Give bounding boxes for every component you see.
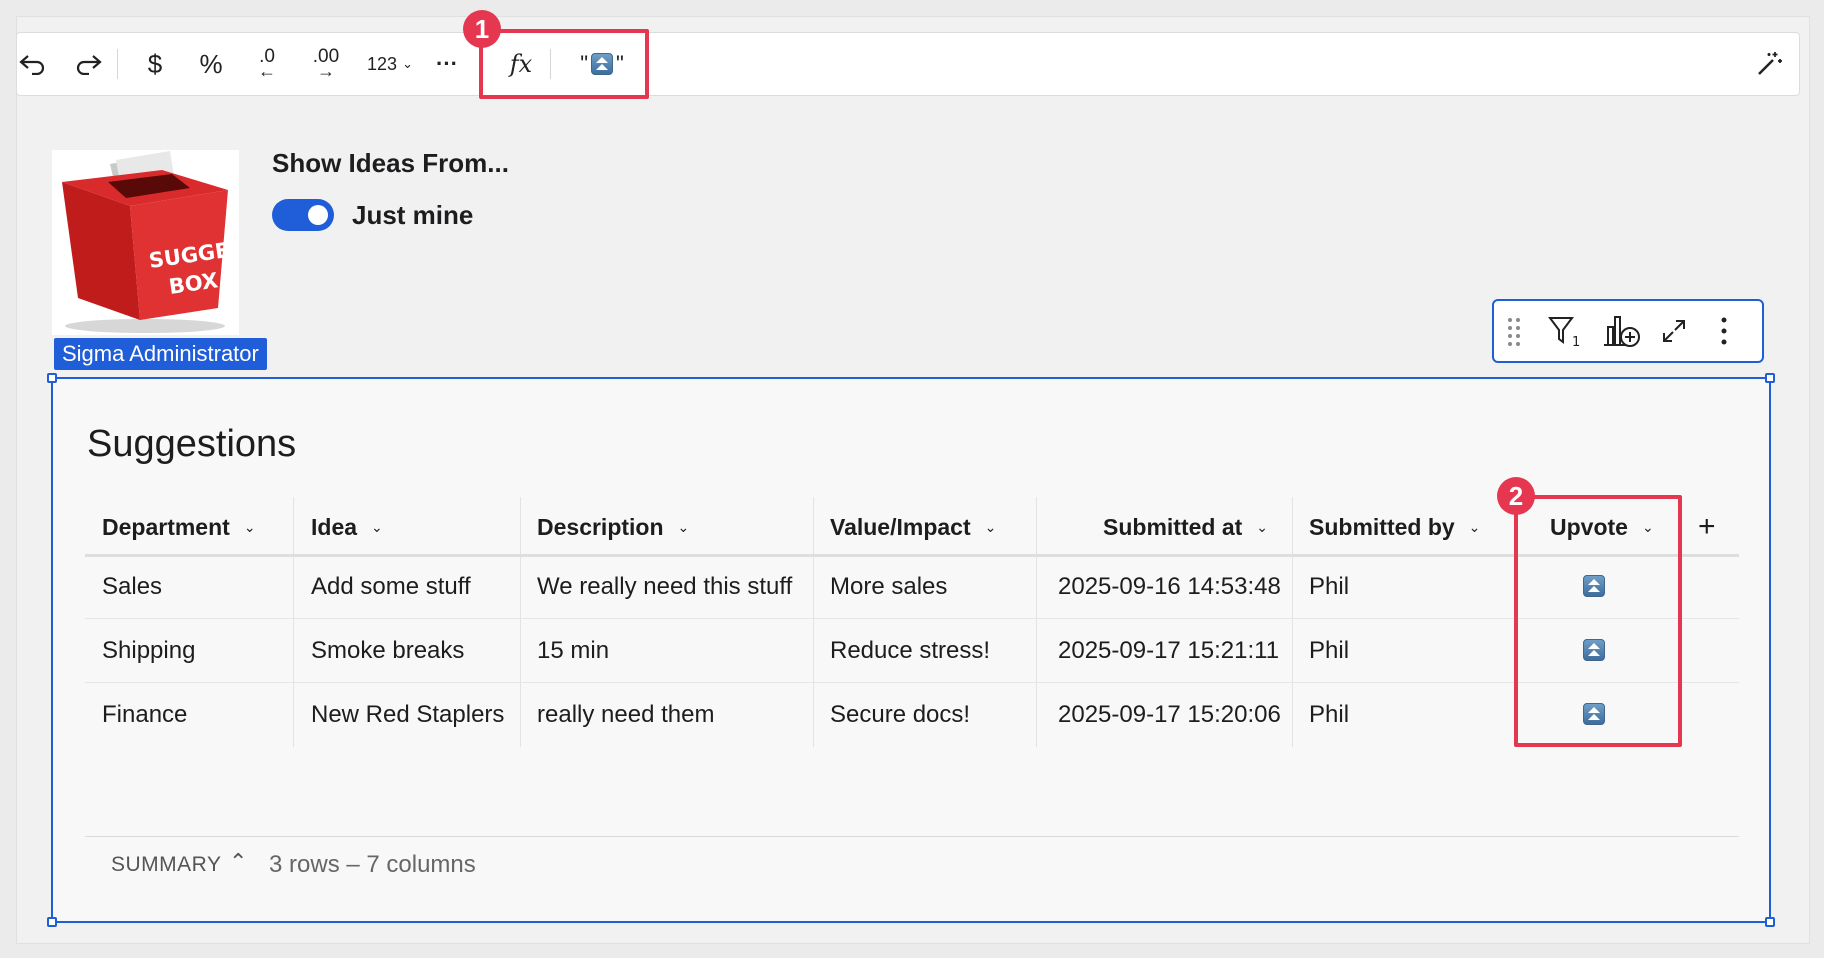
column-divider xyxy=(813,497,814,747)
column-header-description[interactable]: Description ⌄ xyxy=(537,497,689,557)
column-divider xyxy=(293,497,294,747)
cell-description[interactable]: We really need this stuff xyxy=(537,573,792,601)
cell-idea[interactable]: New Red Staplers xyxy=(311,701,504,729)
cell-department[interactable]: Sales xyxy=(102,573,162,601)
suggestion-box-image: SUGGESTION BOX xyxy=(52,150,239,335)
chevron-down-icon[interactable]: ⌄ xyxy=(985,519,997,536)
annotation-box-2 xyxy=(1514,495,1682,747)
chevron-down-icon[interactable]: ⌄ xyxy=(1469,519,1481,536)
user-tag: Sigma Administrator xyxy=(54,338,267,370)
chevron-down-icon[interactable]: ⌄ xyxy=(1256,519,1268,536)
cell-submitted-by[interactable]: Phil xyxy=(1309,573,1349,601)
cell-submitted-by[interactable]: Phil xyxy=(1309,637,1349,665)
header-label: Department xyxy=(102,513,230,540)
undo-button[interactable] xyxy=(17,33,47,95)
chevron-down-icon: ⌄ xyxy=(402,56,413,71)
suggestions-table[interactable]: Suggestions Department ⌄ Idea ⌄ Descriptio… xyxy=(47,373,1775,927)
cell-value-impact[interactable]: More sales xyxy=(830,573,947,601)
cell-submitted-at[interactable]: 2025-09-16 14:53:48 xyxy=(1058,573,1281,601)
chart-add-icon xyxy=(1604,316,1640,347)
column-divider xyxy=(1292,497,1293,747)
summary-row-count: 3 rows – 7 columns xyxy=(269,851,476,878)
format-toolbar: $ % .0 ← .00 → 123 ⌄ ··· fx " " xyxy=(16,32,1800,96)
toolbar-separator xyxy=(117,49,118,79)
currency-label: $ xyxy=(147,48,163,79)
cell-value-impact[interactable]: Reduce stress! xyxy=(830,637,990,665)
column-header-idea[interactable]: Idea ⌄ xyxy=(311,497,383,557)
cell-idea[interactable]: Add some stuff xyxy=(311,573,471,601)
more-menu-button[interactable] xyxy=(1706,301,1742,361)
resize-handle[interactable] xyxy=(1765,917,1775,927)
undo-icon xyxy=(19,55,45,75)
summary-toggle[interactable]: SUMMARY xyxy=(111,853,221,877)
annotation-box-1 xyxy=(479,29,649,99)
cell-department[interactable]: Shipping xyxy=(102,637,195,665)
plus-icon: + xyxy=(1698,510,1716,543)
filter-button[interactable]: 1 xyxy=(1544,301,1586,361)
more-options-button[interactable]: ··· xyxy=(427,33,467,95)
expand-button[interactable] xyxy=(1654,301,1694,361)
more-label: ··· xyxy=(436,51,458,76)
column-header-submitted-by[interactable]: Submitted by ⌄ xyxy=(1309,497,1480,557)
magic-wand-icon xyxy=(1758,52,1782,75)
number-format-dropdown[interactable]: 123 ⌄ xyxy=(357,33,423,95)
kebab-icon xyxy=(1721,317,1727,345)
add-column-button[interactable]: + xyxy=(1698,497,1716,557)
cell-value-impact[interactable]: Secure docs! xyxy=(830,701,970,729)
redo-button[interactable] xyxy=(69,33,109,95)
column-header-department[interactable]: Department ⌄ xyxy=(102,497,256,557)
decrease-decimals-button[interactable]: .0 ← xyxy=(245,33,289,95)
cell-submitted-at[interactable]: 2025-09-17 15:20:06 xyxy=(1058,701,1281,729)
annotation-badge-1: 1 xyxy=(463,10,501,48)
chevron-down-icon[interactable]: ⌄ xyxy=(371,519,383,536)
chevron-down-icon[interactable]: ⌄ xyxy=(678,519,690,536)
header-rule xyxy=(85,554,1739,557)
arrow-left-icon: ← xyxy=(258,61,276,81)
cell-department[interactable]: Finance xyxy=(102,701,187,729)
svg-text:1: 1 xyxy=(1572,335,1580,348)
toggle-label: Just mine xyxy=(352,200,474,230)
cell-description[interactable]: 15 min xyxy=(537,637,609,665)
header-label: Submitted by xyxy=(1309,513,1455,540)
percent-label: % xyxy=(199,48,223,79)
redo-icon xyxy=(76,55,102,75)
cell-submitted-at[interactable]: 2025-09-17 15:21:11 xyxy=(1058,637,1279,665)
summary-divider xyxy=(85,836,1739,837)
column-divider xyxy=(1036,497,1037,747)
arrow-right-icon: → xyxy=(317,61,335,81)
increase-decimals-button[interactable]: .00 → xyxy=(301,33,351,95)
header-label: Value/Impact xyxy=(830,513,971,540)
control-title: Show Ideas From... xyxy=(272,148,509,178)
add-chart-button[interactable] xyxy=(1598,301,1646,361)
expand-icon xyxy=(1663,320,1685,342)
header-label: Description xyxy=(537,513,664,540)
drag-handle-icon[interactable] xyxy=(1502,301,1526,361)
cell-submitted-by[interactable]: Phil xyxy=(1309,701,1349,729)
annotation-badge-2: 2 xyxy=(1497,477,1535,515)
just-mine-toggle[interactable] xyxy=(272,199,334,231)
column-divider xyxy=(520,497,521,747)
percent-format-button[interactable]: % xyxy=(191,33,231,95)
currency-format-button[interactable]: $ xyxy=(135,33,175,95)
chevron-up-icon[interactable]: ⌃ xyxy=(229,849,247,875)
header-label: Submitted at xyxy=(1103,513,1243,540)
chevron-down-icon[interactable]: ⌄ xyxy=(244,519,256,536)
header-label: Idea xyxy=(311,513,358,540)
cell-idea[interactable]: Smoke breaks xyxy=(311,637,464,665)
resize-handle[interactable] xyxy=(1765,373,1775,383)
resize-handle[interactable] xyxy=(47,373,57,383)
cell-description[interactable]: really need them xyxy=(537,701,714,729)
row-divider xyxy=(85,682,1739,683)
column-header-value-impact[interactable]: Value/Impact ⌄ xyxy=(830,497,996,557)
magic-wand-button[interactable] xyxy=(1749,33,1789,95)
row-divider xyxy=(85,618,1739,619)
number-format-label: 123 xyxy=(367,53,398,74)
filter-icon: 1 xyxy=(1548,317,1580,348)
element-menu: 1 xyxy=(1492,299,1764,363)
column-header-submitted-at[interactable]: Submitted at ⌄ xyxy=(1103,497,1268,557)
resize-handle[interactable] xyxy=(47,917,57,927)
table-title: Suggestions xyxy=(87,423,297,465)
